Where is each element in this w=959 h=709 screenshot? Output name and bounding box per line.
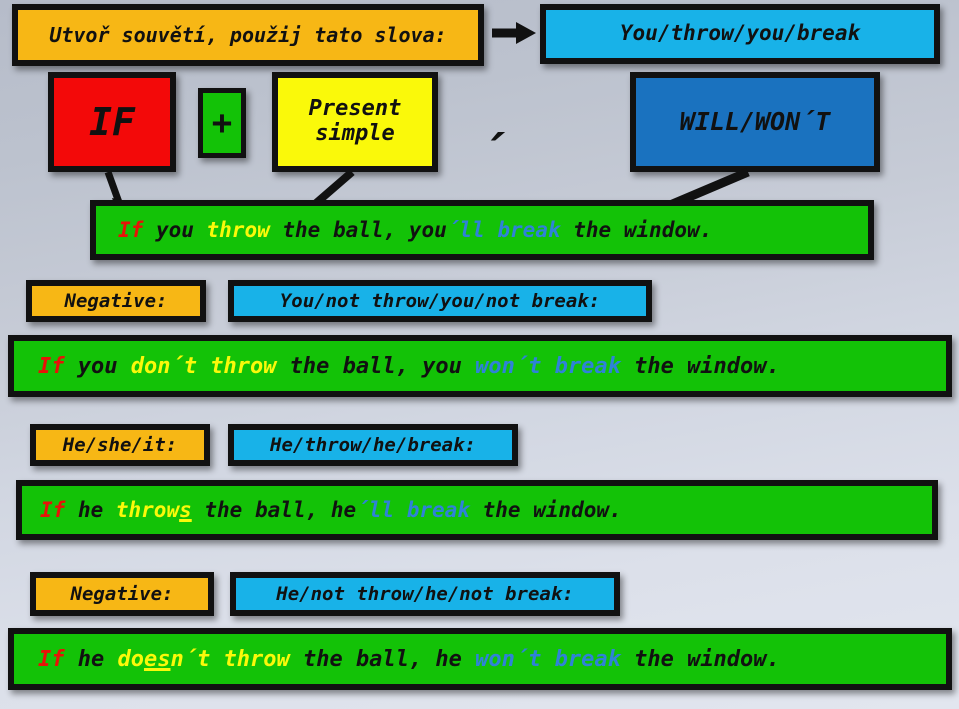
pattern-he-she-it: He/throw/he/break: [228, 424, 518, 466]
plus-operator-label: + [211, 102, 233, 143]
pattern-text: He/not throw/he/not break: [276, 583, 574, 605]
arrow-right-icon [492, 22, 536, 44]
sentence-word: s [179, 498, 192, 522]
sentence-word: throw [115, 498, 180, 522]
sentence-word: If [118, 218, 144, 242]
sentence-word: the ball, he [191, 498, 357, 522]
pattern-text: You/not throw/you/not break: [279, 290, 601, 312]
present-simple-box: Present simple [272, 72, 438, 172]
example-sentence-affirmative-you: If you throw the ball, you´ll break the … [90, 200, 874, 260]
sentence-word: don´t throw [130, 353, 277, 379]
instruction-text: Utvoř souvětí, použij tato slova: [49, 22, 447, 47]
sentence-parts: If he doesn´t throw the ball, he won´t b… [38, 647, 780, 672]
sentence-word: es [143, 646, 171, 672]
label-negative-he: Negative: [30, 572, 214, 616]
pattern-negative-he: He/not throw/he/not break: [230, 572, 620, 616]
sentence-parts: If you don´t throw the ball, you won´t b… [38, 354, 780, 379]
sentence-word: the ball, you [276, 353, 476, 379]
comma-separator-mark: ´ [478, 126, 506, 180]
sentence-word: the ball, he [289, 646, 476, 672]
sentence-word: If [38, 353, 65, 379]
label-text: Negative: [70, 583, 174, 605]
will-wont-box: WILL/WON´T [630, 72, 880, 172]
sentence-word: won´t break [475, 353, 621, 379]
sentence-word: ´ll break [356, 498, 470, 522]
sentence-word: If [38, 646, 65, 672]
sentence-word: If [40, 498, 66, 522]
if-keyword-label: IF [89, 99, 135, 144]
sentence-word: the window. [469, 498, 622, 522]
label-he-she-it: He/she/it: [30, 424, 210, 466]
label-text: Negative: [64, 290, 168, 312]
label-negative-you: Negative: [26, 280, 206, 322]
sentence-word: you [143, 218, 207, 242]
sentence-parts: If you throw the ball, you´ll break the … [118, 218, 712, 242]
will-wont-label: WILL/WON´T [679, 107, 831, 136]
example-sentence-negative-he: If he doesn´t throw the ball, he won´t b… [8, 628, 952, 690]
sentence-word: do [117, 646, 144, 672]
example-sentence-negative-you: If you don´t throw the ball, you won´t b… [8, 335, 952, 397]
sentence-word: won´t break [475, 646, 621, 672]
if-keyword-box: IF [48, 72, 176, 172]
instruction-box: Utvoř souvětí, použij tato slova: [12, 4, 484, 66]
sentence-word: the ball, you [269, 218, 447, 242]
sentence-word: ´ll break [446, 218, 561, 242]
words-prompt-text: You/throw/you/break [619, 21, 861, 46]
words-prompt-box: You/throw/you/break [540, 4, 940, 64]
sentence-word: the window. [620, 353, 780, 379]
sentence-word: you [64, 353, 131, 379]
sentence-word: the window. [560, 218, 713, 242]
label-text: He/she/it: [62, 434, 178, 456]
pattern-text: He/throw/he/break: [270, 434, 476, 456]
sentence-word: n´t throw [170, 646, 290, 672]
sentence-word: he [64, 646, 118, 672]
sentence-word: the window. [620, 646, 780, 672]
sentence-word: he [65, 498, 116, 522]
pattern-negative-you: You/not throw/you/not break: [228, 280, 652, 322]
example-sentence-affirmative-he: If he throws the ball, he´ll break the w… [16, 480, 938, 540]
present-simple-label: Present simple [308, 96, 402, 146]
sentence-parts: If he throws the ball, he´ll break the w… [40, 498, 622, 522]
sentence-word: throw [206, 218, 270, 242]
plus-operator-box: + [198, 88, 246, 158]
